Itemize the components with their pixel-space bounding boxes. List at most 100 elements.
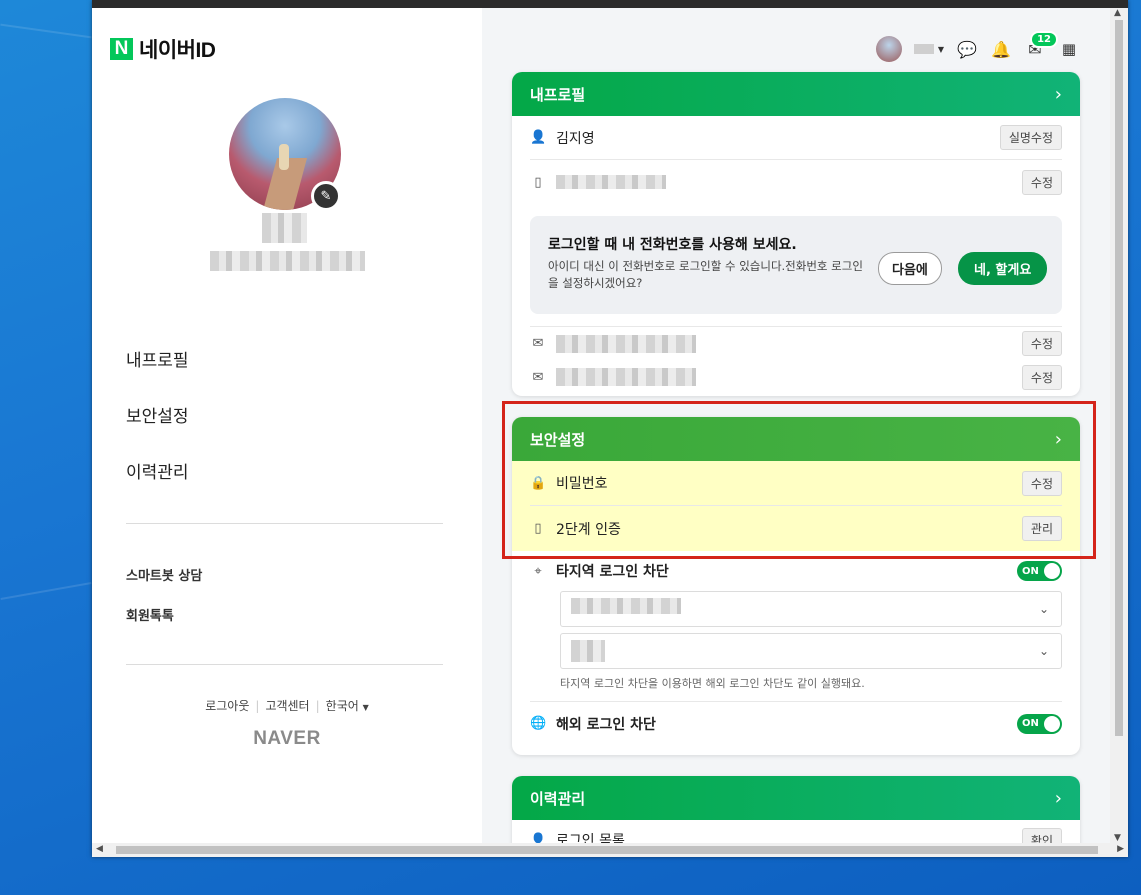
scroll-left-icon[interactable]: ◀ [96, 844, 103, 854]
nav-divider [126, 523, 443, 524]
blurred-region-2 [571, 640, 605, 662]
region-block-row: ⌖ 타지역 로그인 차단 ON [530, 551, 1062, 591]
profile-card-title: 내프로필 [530, 85, 586, 104]
naver-id-logo[interactable]: N 네이버ID [110, 34, 216, 64]
history-card: 이력관리 › 👤 로그인 목록 확인 [512, 776, 1080, 843]
chevron-right-icon: › [1054, 428, 1062, 450]
right-panel: ▼ 💬 🔔 ✉ 12 ▦ 내프로필 › 👤 김지영 실명수정 ▯ 수정 로그인할 때… [482, 8, 1110, 843]
profile-card: 내프로필 › 👤 김지영 실명수정 ▯ 수정 로그인할 때 내 전화번호를 사용해… [512, 72, 1080, 396]
blurred-email [210, 251, 365, 271]
overseas-block-row: 🌐 해외 로그인 차단 ON [530, 701, 1062, 745]
security-card: 보안설정 › 🔒 비밀번호 수정 ▯ 2단계 인증 관리 ⌖ 타지역 로그인 차단 O… [512, 417, 1080, 755]
language-select[interactable]: 한국어 ▼ [326, 699, 369, 713]
edit-phone-button[interactable]: 수정 [1021, 169, 1062, 195]
edit-email-button-1[interactable]: 수정 [1021, 331, 1062, 356]
nav-item-profile[interactable]: 내프로필 [126, 346, 189, 371]
naver-logo-icon: N [110, 38, 133, 60]
phone-icon: ▯ [534, 174, 542, 190]
horizontal-scroll-thumb[interactable] [116, 846, 1098, 854]
chevron-down-icon: ⌄ [1038, 602, 1049, 616]
blurred-email-2 [556, 368, 696, 386]
edit-pencil-icon[interactable]: ✎ [311, 181, 341, 211]
region-select-1[interactable]: ⌄ [560, 591, 1062, 627]
region-block-note: 타지역 로그인 차단을 이용하면 해외 로그인 차단도 같이 실행돼요. [560, 677, 865, 690]
login-list-row: 👤 로그인 목록 확인 [530, 820, 1062, 843]
window-topbar [92, 0, 1128, 8]
promo-description: 아이디 대신 이 전화번호로 로그인할 수 있습니다.전화번호 로그인을 설정하… [548, 259, 863, 290]
email-row-2: ✉ 수정 [530, 360, 1062, 394]
chevron-right-icon: › [1054, 83, 1062, 105]
twofa-label: 2단계 인증 [556, 521, 621, 538]
blurred-region-1 [571, 598, 681, 614]
vertical-scroll-thumb[interactable] [1115, 20, 1123, 736]
nav-item-security[interactable]: 보안설정 [126, 402, 189, 427]
password-label: 비밀번호 [556, 476, 608, 492]
security-card-title: 보안설정 [530, 430, 586, 449]
help-link[interactable]: 고객센터 [265, 699, 309, 713]
naver-footer-logo: NAVER [253, 728, 321, 749]
mail-icon[interactable]: ✉ 12 [1024, 31, 1058, 60]
logout-link[interactable]: 로그아웃 [205, 699, 249, 713]
footer-divider [126, 664, 443, 665]
mail-count-badge: 12 [1030, 31, 1058, 48]
overseas-block-toggle[interactable]: ON [1017, 713, 1062, 734]
edit-realname-button[interactable]: 실명수정 [999, 125, 1062, 150]
desktop-streak [0, 23, 92, 39]
overseas-block-label: 해외 로그인 차단 [556, 716, 656, 733]
blurred-phone [556, 175, 666, 189]
twofa-row: ▯ 2단계 인증 관리 [530, 506, 1062, 551]
left-panel: N 네이버ID ✎ 내프로필 보안설정 이력관리 스마트봇 상담 회원톡톡 로그… [92, 8, 482, 843]
email-row-1: ✉ 수정 [530, 326, 1062, 360]
logo-text: 네이버ID [139, 39, 216, 62]
password-row: 🔒 비밀번호 수정 [530, 461, 1062, 506]
mail-icon: ✉ [532, 336, 544, 351]
chat-icon[interactable]: 💬 [956, 38, 978, 60]
login-list-label: 로그인 목록 [556, 833, 625, 843]
phone-row: ▯ 수정 [530, 160, 1062, 204]
user-icon: 👤 [530, 130, 547, 145]
later-button[interactable]: 다음에 [878, 252, 942, 285]
history-card-header[interactable]: 이력관리 › [512, 776, 1080, 820]
browser-window: N 네이버ID ✎ 내프로필 보안설정 이력관리 스마트봇 상담 회원톡톡 로그… [92, 0, 1128, 857]
lock-icon: 🔒 [530, 475, 547, 491]
footer-links: 로그아웃 | 고객센터 | 한국어 ▼ [205, 699, 369, 713]
edit-email-button-2[interactable]: 수정 [1021, 364, 1062, 390]
apps-grid-icon[interactable]: ▦ [1058, 38, 1080, 60]
horizontal-scrollbar[interactable]: ◀ ▶ [92, 843, 1128, 857]
profile-card-header[interactable]: 내프로필 › [512, 72, 1080, 116]
gnb-avatar[interactable] [875, 36, 902, 62]
history-card-title: 이력관리 [530, 789, 586, 808]
desktop-streak [0, 582, 92, 600]
accept-button[interactable]: 네, 할게요 [958, 252, 1048, 285]
globe-icon: 🌐 [530, 716, 547, 731]
promo-title: 로그인할 때 내 전화번호를 사용해 보세요. [548, 237, 797, 253]
avatar-photo-person [279, 144, 289, 170]
caret-down-icon: ▼ [362, 703, 369, 712]
user-icon: 👤 [530, 832, 547, 844]
blurred-nickname [262, 213, 307, 243]
vertical-scrollbar[interactable]: ▲ ▼ [1110, 8, 1128, 843]
scroll-right-icon[interactable]: ▶ [1117, 844, 1124, 854]
view-login-list-button[interactable]: 확인 [1021, 827, 1062, 843]
edit-password-button[interactable]: 수정 [1021, 470, 1062, 496]
mail-icon: ✉ [532, 369, 544, 385]
chevron-right-icon: › [1054, 787, 1062, 809]
bell-icon[interactable]: 🔔 [990, 38, 1012, 60]
talktalk-link[interactable]: 회원톡톡 [126, 605, 174, 624]
scroll-up-icon[interactable]: ▲ [1114, 8, 1121, 18]
manage-twofa-button[interactable]: 관리 [1021, 516, 1062, 541]
name-value: 김지영 [556, 130, 595, 147]
region-select-2[interactable]: ⌄ [560, 633, 1062, 669]
phone-login-promo: 로그인할 때 내 전화번호를 사용해 보세요. 아이디 대신 이 전화번호로 로… [530, 216, 1062, 314]
smartbot-link[interactable]: 스마트봇 상담 [126, 565, 202, 584]
nav-item-history[interactable]: 이력관리 [126, 458, 189, 483]
region-block-label: 타지역 로그인 차단 [556, 564, 669, 580]
name-row: 👤 김지영 실명수정 [530, 116, 1062, 160]
caret-down-icon: ▼ [937, 44, 944, 54]
chevron-down-icon: ⌄ [1038, 644, 1049, 658]
scroll-down-icon[interactable]: ▼ [1114, 833, 1121, 843]
security-card-header[interactable]: 보안설정 › [512, 417, 1080, 461]
blurred-gnb-name[interactable] [913, 44, 934, 54]
highlighted-rows: 🔒 비밀번호 수정 ▯ 2단계 인증 관리 [512, 461, 1080, 551]
region-block-toggle[interactable]: ON [1017, 561, 1062, 581]
